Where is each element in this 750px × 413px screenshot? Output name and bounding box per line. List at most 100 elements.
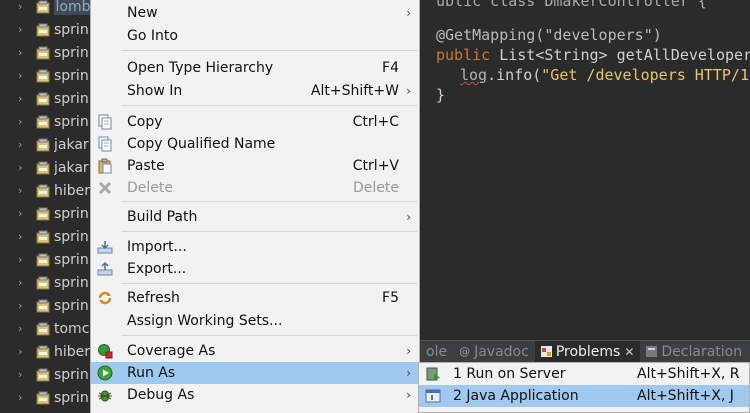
menu-item-label: Coverage As: [127, 343, 216, 359]
menu-item-open-type-hierarchy[interactable]: Open Type Hierarchy F4: [91, 57, 419, 79]
tree-item[interactable]: › sprin: [0, 87, 92, 110]
chevron-right-icon: ›: [406, 366, 411, 380]
tree-item-label: sprin: [54, 113, 89, 130]
tree-item[interactable]: › sprin: [0, 64, 92, 87]
tree-item-label: sprin: [54, 251, 89, 268]
jar-icon: [36, 161, 50, 175]
tab-problems[interactable]: Problems ✕: [534, 340, 641, 363]
export-icon: [97, 261, 113, 277]
menu-item-shortcut: F4: [382, 60, 399, 76]
menu-item-build-path[interactable]: Build Path ›: [91, 206, 419, 228]
tree-item-lombok[interactable]: › lomb: [0, 0, 92, 18]
panel-tab-bar: ole @ Javadoc Problems ✕ Declaration: [420, 340, 750, 363]
menu-item-debug-as[interactable]: Debug As ›: [91, 384, 419, 406]
chevron-right-icon[interactable]: ›: [18, 299, 34, 312]
menu-item-label: Refresh: [127, 290, 180, 306]
jar-icon: [36, 345, 50, 359]
tree-item-label: sprin: [54, 44, 89, 61]
tree-item[interactable]: › jakar: [0, 133, 92, 156]
refresh-icon: [97, 290, 113, 306]
menu-item-copy-qualified-name[interactable]: Copy Qualified Name: [91, 133, 419, 155]
tab-declaration[interactable]: Declaration: [640, 341, 748, 363]
chevron-right-icon[interactable]: ›: [18, 207, 34, 220]
jar-icon: [36, 138, 50, 152]
chevron-right-icon: ›: [406, 6, 411, 20]
chevron-right-icon[interactable]: ›: [18, 345, 34, 358]
tree-item[interactable]: › sprin: [0, 225, 92, 248]
menu-item-shortcut: Delete: [353, 180, 399, 196]
menu-item-import[interactable]: Import...: [91, 236, 419, 258]
chevron-right-icon[interactable]: ›: [18, 322, 34, 335]
tree-item[interactable]: › hiber: [0, 340, 92, 363]
chevron-right-icon[interactable]: ›: [18, 92, 34, 105]
menu-item-label: 2 Java Application: [453, 388, 579, 404]
problems-icon: [540, 346, 552, 357]
run-as-submenu: 1 Run on Server Alt+Shift+X, R 2 Java Ap…: [418, 362, 750, 413]
tree-item[interactable]: › sprin: [0, 363, 92, 386]
menu-item-export[interactable]: Export...: [91, 258, 419, 280]
tree-item[interactable]: › sprin: [0, 271, 92, 294]
jar-icon: [36, 115, 50, 129]
tree-item[interactable]: › sprin: [0, 202, 92, 225]
tree-item-label: lomb: [53, 0, 92, 15]
project-explorer: › lomb › sprin › sprin › sprin › sprin ›…: [0, 0, 92, 413]
tab-label: Javadoc: [474, 343, 529, 360]
tree-item-label: sprin: [54, 21, 89, 38]
submenu-item-run-on-server[interactable]: 1 Run on Server Alt+Shift+X, R: [419, 363, 749, 385]
chevron-right-icon[interactable]: ›: [18, 253, 34, 266]
tree-item[interactable]: › sprin: [0, 294, 92, 317]
tree-item[interactable]: › sprin: [0, 18, 92, 41]
tab-javadoc[interactable]: @ Javadoc: [453, 341, 535, 363]
chevron-right-icon[interactable]: ›: [18, 276, 34, 289]
chevron-right-icon[interactable]: ›: [18, 184, 34, 197]
field-ref: log: [460, 66, 488, 84]
chevron-right-icon[interactable]: ›: [18, 391, 34, 404]
tab-console[interactable]: ole: [420, 341, 453, 363]
jar-icon: [36, 184, 50, 198]
jar-icon: [36, 391, 50, 405]
menu-item-paste[interactable]: Paste Ctrl+V: [91, 155, 419, 177]
menu-item-label: Build Path: [127, 209, 198, 225]
chevron-right-icon[interactable]: ›: [18, 46, 34, 59]
chevron-right-icon[interactable]: ›: [18, 69, 34, 82]
menu-item-shortcut: F5: [382, 290, 399, 306]
declaration-icon: [646, 346, 658, 357]
at-icon: @: [459, 345, 471, 358]
code-text: .info(: [487, 66, 542, 84]
tree-item-label: sprin: [54, 228, 89, 245]
code-editor[interactable]: ublic class DmakerController { @GetMappi…: [420, 0, 750, 340]
delete-icon: [97, 180, 113, 196]
jar-icon: [36, 0, 50, 14]
menu-item-shortcut: Alt+Shift+X, R: [637, 366, 740, 382]
tree-item[interactable]: › hiber: [0, 179, 92, 202]
menu-item-label: Debug As: [127, 387, 195, 403]
tree-item[interactable]: › sprin: [0, 248, 92, 271]
chevron-right-icon[interactable]: ›: [18, 0, 34, 13]
coverage-icon: [97, 343, 113, 359]
chevron-right-icon[interactable]: ›: [18, 368, 34, 381]
menu-item-label: Show In: [127, 83, 183, 99]
menu-item-coverage-as[interactable]: Coverage As ›: [91, 340, 419, 362]
menu-item-copy[interactable]: Copy Ctrl+C: [91, 111, 419, 133]
menu-item-assign-working-sets[interactable]: Assign Working Sets...: [91, 310, 419, 332]
menu-item-go-into[interactable]: Go Into: [91, 25, 419, 47]
close-icon[interactable]: ✕: [624, 345, 634, 359]
menu-item-refresh[interactable]: Refresh F5: [91, 287, 419, 309]
chevron-right-icon[interactable]: ›: [18, 138, 34, 151]
chevron-right-icon[interactable]: ›: [18, 230, 34, 243]
tree-item[interactable]: › jakar: [0, 156, 92, 179]
submenu-item-java-application[interactable]: 2 Java Application Alt+Shift+X, J: [419, 385, 749, 407]
menu-item-shortcut: Ctrl+C: [352, 114, 399, 130]
tree-item[interactable]: › tomc: [0, 317, 92, 340]
chevron-right-icon[interactable]: ›: [18, 161, 34, 174]
menu-item-label: 1 Run on Server: [453, 366, 566, 382]
tree-item[interactable]: › sprin: [0, 110, 92, 133]
menu-item-show-in[interactable]: Show In Alt+Shift+W ›: [91, 80, 419, 102]
chevron-right-icon[interactable]: ›: [18, 115, 34, 128]
menu-item-run-as[interactable]: Run As ›: [91, 362, 419, 384]
tree-item[interactable]: › sprin: [0, 386, 92, 409]
debug-bug-icon: [97, 387, 113, 403]
chevron-right-icon[interactable]: ›: [18, 23, 34, 36]
menu-item-new[interactable]: New ›: [91, 2, 419, 24]
tree-item[interactable]: › sprin: [0, 41, 92, 64]
